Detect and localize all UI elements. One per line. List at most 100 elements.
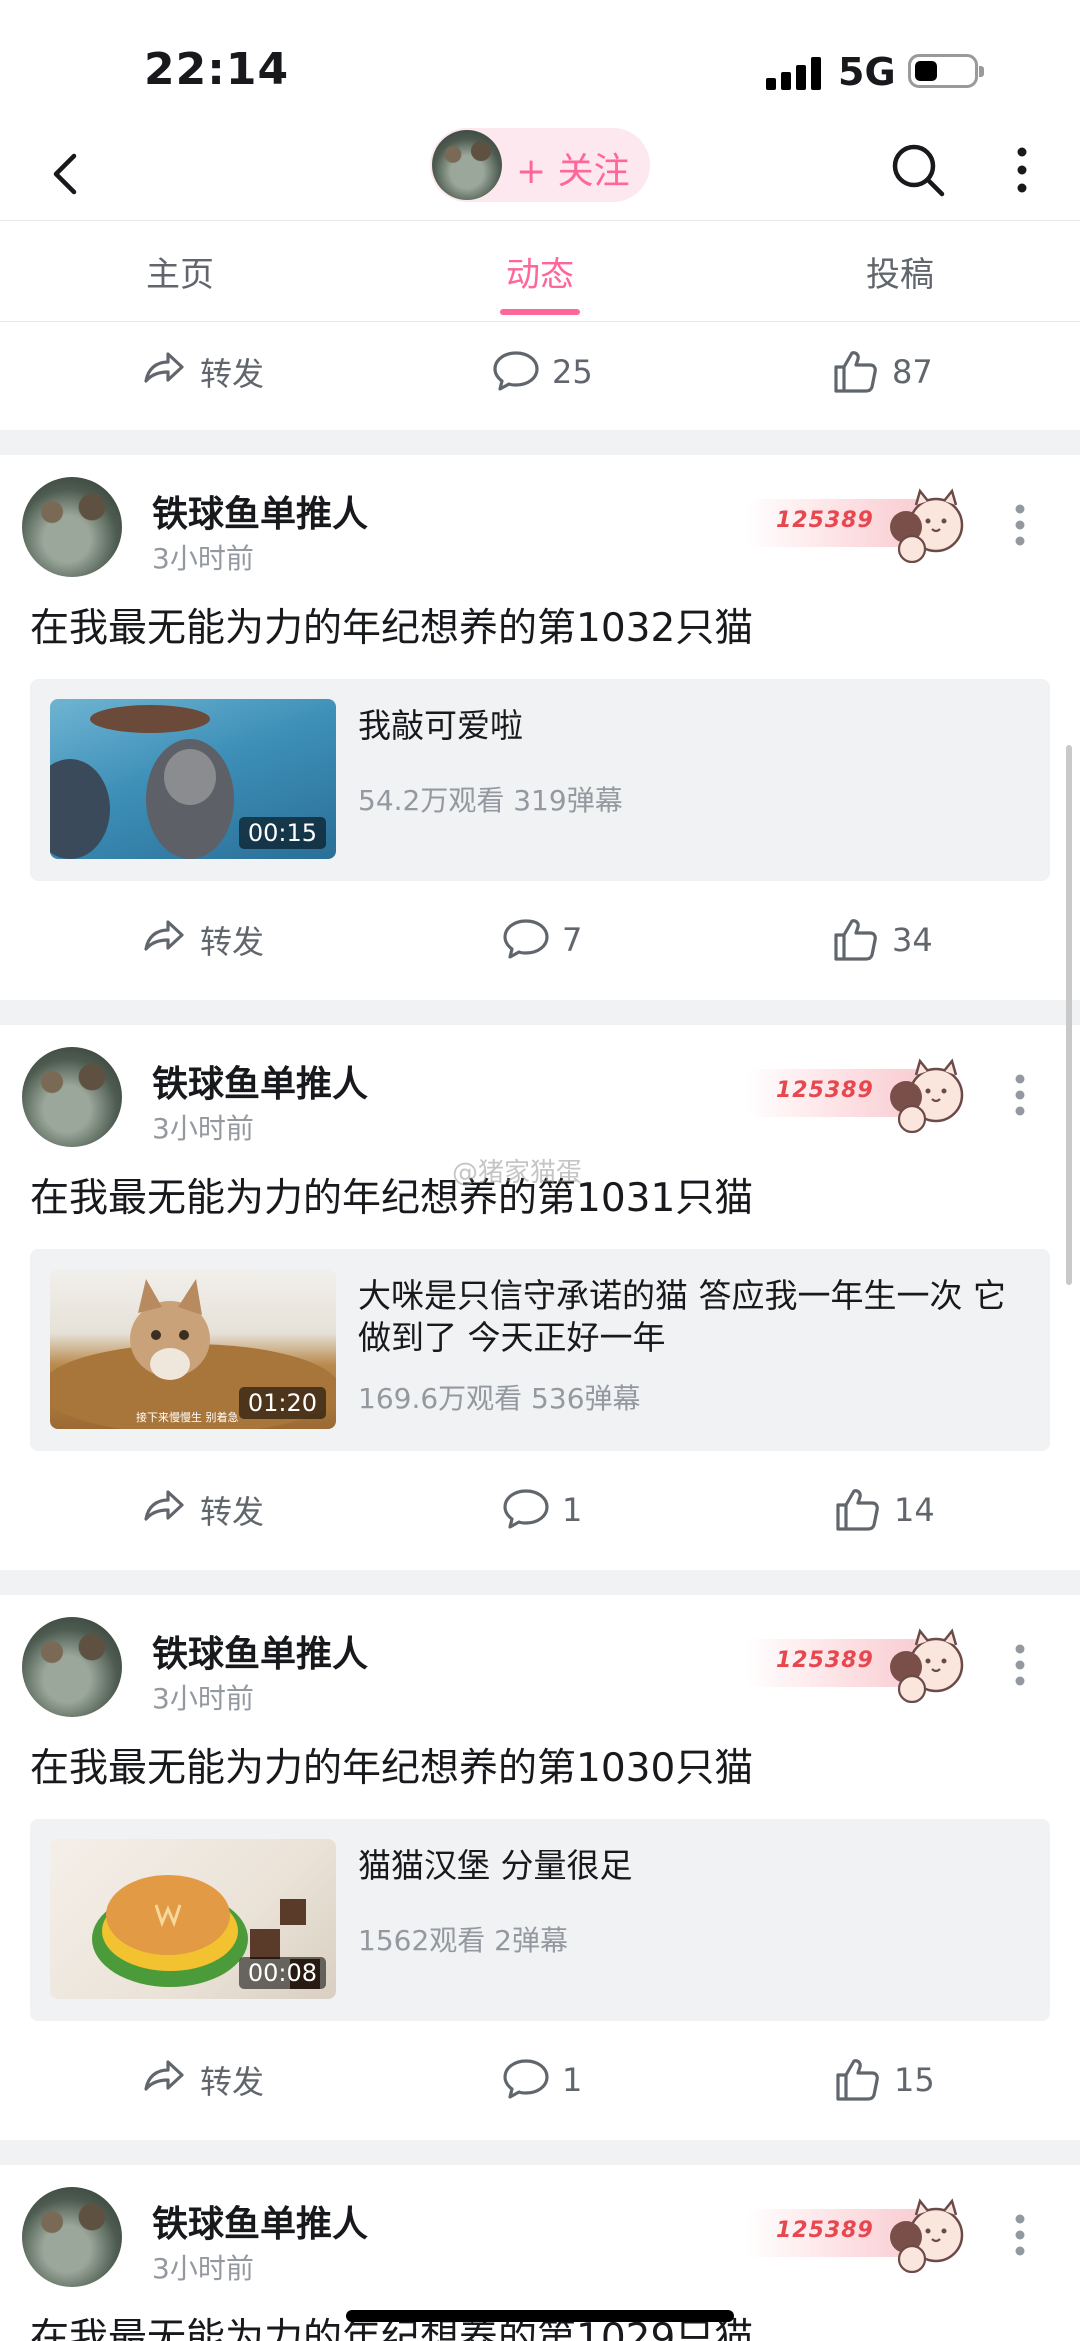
author-name[interactable]: 铁球鱼单推人: [152, 1055, 368, 1107]
more-vertical-icon: [1015, 1074, 1025, 1116]
share-icon: [144, 2060, 184, 2091]
repost-button[interactable]: 转发: [138, 1470, 264, 1550]
video-duration: 01:20: [238, 1387, 326, 1419]
comment-icon: [503, 2059, 549, 2099]
repost-button[interactable]: 转发: [138, 900, 264, 980]
comment-button[interactable]: 1: [500, 1470, 582, 1550]
search-button[interactable]: [888, 140, 948, 200]
more-vertical-icon: [1015, 2214, 1025, 2256]
status-bar: 22:14 5G: [0, 0, 1080, 128]
like-button[interactable]: 34: [830, 900, 933, 980]
video-thumbnail[interactable]: 接下来慢慢生 别着急 01:20: [50, 1269, 336, 1429]
action-row: 转发 25 87: [0, 332, 1080, 412]
tab-submissions[interactable]: 投稿: [820, 247, 980, 296]
network-type: 5G: [838, 50, 896, 94]
cat-badge-icon: [888, 2199, 964, 2273]
signal-icon: [766, 56, 822, 90]
fan-badge[interactable]: 125389: [746, 2193, 976, 2273]
video-duration: 00:15: [238, 817, 326, 849]
comment-icon: [503, 1489, 549, 1529]
video-thumbnail[interactable]: 00:15: [50, 699, 336, 859]
post-more-button[interactable]: [1000, 2205, 1040, 2265]
repost-label: 转发: [200, 355, 265, 393]
avatar[interactable]: [22, 2187, 122, 2287]
repost-label: 转发: [200, 923, 265, 961]
author-name[interactable]: 铁球鱼单推人: [152, 1625, 368, 1677]
action-row: 转发 7 34: [0, 900, 1080, 980]
fan-badge-number: 125389: [776, 2218, 874, 2243]
thumbnail-caption: 接下来慢慢生 别着急: [136, 1411, 239, 1424]
tab-home[interactable]: 主页: [100, 247, 260, 296]
fan-badge[interactable]: 125389: [746, 1623, 976, 1703]
video-card[interactable]: 接下来慢慢生 别着急 01:20 大咪是只信守承诺的猫 答应我一年生一次 它做到…: [30, 1249, 1050, 1451]
video-duration: 00:08: [238, 1957, 326, 1989]
comment-count: 25: [552, 353, 593, 391]
follow-button[interactable]: + 关注: [430, 128, 650, 202]
more-vertical-icon: [1015, 504, 1025, 546]
video-title: 我敲可爱啦: [358, 706, 523, 745]
like-count: 14: [894, 1491, 935, 1529]
video-card[interactable]: 00:15 我敲可爱啦 54.2万观看 319弹幕: [30, 679, 1050, 881]
fan-badge-number: 125389: [776, 1078, 874, 1103]
fan-badge-number: 125389: [776, 1648, 874, 1673]
like-count: 87: [892, 353, 933, 391]
post-card: 铁球鱼单推人 3小时前 125389 在我最无能为力的年纪想养的第1032只猫 …: [0, 455, 1080, 1000]
comment-button[interactable]: 25: [490, 332, 593, 412]
scrollbar[interactable]: [1066, 745, 1072, 1285]
post-time: 3小时前: [152, 1682, 254, 1715]
tab-dynamics[interactable]: 动态: [460, 247, 620, 296]
repost-button[interactable]: 转发: [138, 332, 264, 412]
post-text: 在我最无能为力的年纪想养的第1030只猫: [30, 1746, 754, 1791]
fan-badge[interactable]: 125389: [746, 483, 976, 563]
author-name[interactable]: 铁球鱼单推人: [152, 2195, 368, 2247]
video-thumbnail[interactable]: 00:08: [50, 1839, 336, 1999]
more-vertical-icon: [1015, 1644, 1025, 1686]
like-icon: [836, 2059, 879, 2101]
post-more-button[interactable]: [1000, 495, 1040, 555]
status-time: 22:14: [144, 44, 290, 95]
comment-icon: [493, 351, 539, 391]
video-card[interactable]: 00:08 猫猫汉堡 分量很足 1562观看 2弹幕: [30, 1819, 1050, 2021]
cat-badge-icon: [888, 1059, 964, 1133]
home-indicator[interactable]: [346, 2310, 734, 2322]
comment-count: 1: [562, 2061, 583, 2099]
author-name[interactable]: 铁球鱼单推人: [152, 485, 368, 537]
post-more-button[interactable]: [1000, 1635, 1040, 1695]
avatar[interactable]: [22, 477, 122, 577]
avatar[interactable]: [432, 130, 502, 200]
post-card: 铁球鱼单推人 3小时前 125389 在我最无能为力的年纪想养的第1030只猫 …: [0, 1595, 1080, 2140]
like-button[interactable]: 15: [832, 2040, 935, 2120]
repost-button[interactable]: 转发: [138, 2040, 264, 2120]
repost-label: 转发: [200, 2063, 265, 2101]
like-icon: [836, 1489, 879, 1531]
avatar[interactable]: [22, 1047, 122, 1147]
chevron-left-icon: [53, 153, 77, 195]
nav-bar: + 关注: [0, 128, 1080, 221]
post-time: 3小时前: [152, 542, 254, 575]
more-vertical-icon: [1017, 147, 1027, 193]
video-stats: 54.2万观看 319弹幕: [358, 784, 623, 817]
action-row: 转发 1 15: [0, 2040, 1080, 2120]
more-options-button[interactable]: [1000, 140, 1044, 200]
post-text: 在我最无能为力的年纪想养的第1032只猫: [30, 606, 754, 651]
watermark: @猪家猫蛋: [452, 1158, 583, 1188]
post-more-button[interactable]: [1000, 1065, 1040, 1125]
like-count: 34: [892, 921, 933, 959]
post-time: 3小时前: [152, 1112, 254, 1145]
fan-badge-number: 125389: [776, 508, 874, 533]
cat-badge-icon: [888, 489, 964, 563]
comment-count: 7: [562, 921, 583, 959]
comment-icon: [503, 919, 549, 959]
battery-icon: [908, 54, 984, 88]
comment-button[interactable]: 1: [500, 2040, 582, 2120]
share-icon: [144, 1490, 184, 1521]
action-row: 转发 1 14: [0, 1470, 1080, 1550]
post-card: 铁球鱼单推人 3小时前 125389 在我最无能为力的年纪想养的第1031只猫 …: [0, 1025, 1080, 1570]
comment-button[interactable]: 7: [500, 900, 582, 980]
fan-badge[interactable]: 125389: [746, 1053, 976, 1133]
like-button[interactable]: 14: [832, 1470, 935, 1550]
post-time: 3小时前: [152, 2252, 254, 2285]
like-button[interactable]: 87: [830, 332, 933, 412]
avatar[interactable]: [22, 1617, 122, 1717]
back-button[interactable]: [40, 146, 96, 202]
